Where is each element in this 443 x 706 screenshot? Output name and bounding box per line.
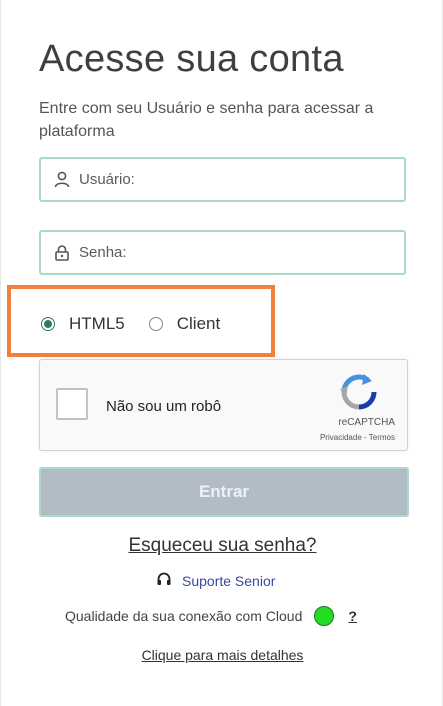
connection-help-link[interactable]: ? [348, 608, 357, 624]
connection-quality: Qualidade da sua conexão com Cloud ? [65, 606, 357, 626]
username-field[interactable] [39, 157, 406, 202]
radio-html5[interactable]: HTML5 [41, 314, 125, 334]
connection-quality-label: Qualidade da sua conexão com Cloud [65, 608, 303, 624]
recaptcha-privacy-link[interactable]: Privacidade [320, 433, 362, 442]
recaptcha-widget: Não sou um robô reCAPTCHA Privacidade - … [39, 359, 408, 451]
recaptcha-checkbox[interactable] [56, 388, 88, 420]
radio-client-indicator[interactable] [148, 317, 163, 331]
recaptcha-logo-icon [340, 374, 377, 410]
user-icon [53, 171, 71, 189]
details-link[interactable]: Clique para mais detalhes [1, 647, 443, 663]
recaptcha-terms-link[interactable]: Termos [369, 433, 395, 442]
lock-icon [53, 244, 71, 262]
username-input[interactable] [79, 171, 379, 188]
password-field[interactable] [39, 230, 406, 275]
radio-client[interactable]: Client [148, 314, 221, 334]
recaptcha-links: Privacidade - Termos [320, 433, 395, 442]
radio-html5-label: HTML5 [69, 314, 125, 333]
radio-client-label: Client [176, 314, 221, 333]
recaptcha-links-separator: - [364, 433, 367, 442]
headset-icon [156, 571, 172, 590]
page-title: Acesse sua conta [39, 38, 344, 80]
connection-status-indicator [314, 606, 335, 626]
login-card: Acesse sua conta Entre com seu Usuário e… [0, 0, 443, 706]
page-subtitle: Entre com seu Usuário e senha para acess… [39, 100, 374, 140]
recaptcha-brand: reCAPTCHA [338, 417, 395, 428]
submit-button[interactable]: Entrar [39, 467, 409, 517]
mode-radio-group: HTML5 Client [41, 314, 220, 334]
recaptcha-label: Não sou um robô [106, 398, 222, 415]
radio-html5-indicator[interactable] [41, 317, 55, 331]
support-link[interactable]: Suporte Senior [156, 571, 275, 590]
support-label: Suporte Senior [182, 572, 276, 589]
forgot-password-link[interactable]: Esqueceu sua senha? [1, 535, 443, 557]
password-input[interactable] [79, 244, 379, 261]
